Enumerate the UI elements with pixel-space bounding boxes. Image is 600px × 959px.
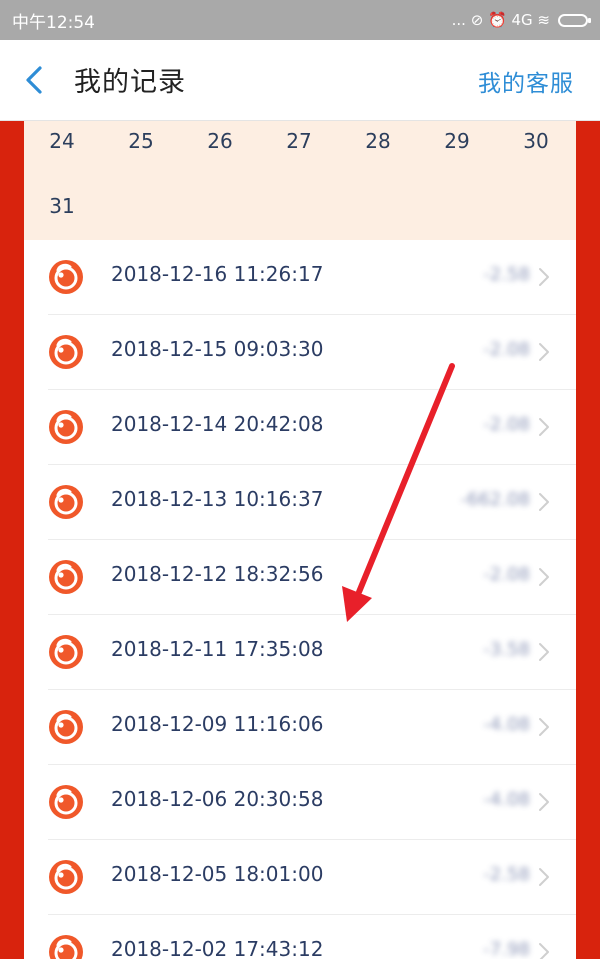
calendar-day[interactable]: 24 [32,129,92,153]
chevron-right-icon [539,793,549,811]
record-type-icon [49,485,83,519]
record-list: 2018-12-16 11:26:17 -2.58 2018-12-15 09:… [24,240,576,959]
chevron-right-icon [539,943,549,959]
record-amount: -662.08 [460,489,530,510]
record-amount: -2.08 [483,414,530,435]
calendar-day[interactable]: 30 [506,129,566,153]
record-time: 2018-12-11 17:35:08 [111,637,324,661]
record-row[interactable]: 2018-12-13 10:16:37 -662.08 [48,465,576,540]
record-row[interactable]: 2018-12-05 18:01:00 -2.58 [48,840,576,915]
calendar-day[interactable]: 28 [348,129,408,153]
chevron-right-icon [539,418,549,436]
record-type-icon [49,410,83,444]
record-time: 2018-12-05 18:01:00 [111,862,324,886]
record-row[interactable]: 2018-12-14 20:42:08 -2.08 [48,390,576,465]
record-time: 2018-12-09 11:16:06 [111,712,324,736]
app-header: 我的记录 我的客服 [0,40,600,121]
status-indicator-text: ... ⊘ ⏰ 4G ≋ [451,11,550,29]
record-time: 2018-12-15 09:03:30 [111,337,324,361]
record-amount: -7.98 [483,939,530,959]
records-card: 24 25 26 27 28 29 30 31 2018-12-16 11:26… [24,121,576,959]
record-time: 2018-12-14 20:42:08 [111,412,324,436]
calendar-day[interactable]: 26 [190,129,250,153]
record-amount: -4.08 [483,789,530,810]
record-row[interactable]: 2018-12-02 17:43:12 -7.98 [48,915,576,959]
customer-service-link[interactable]: 我的客服 [478,64,574,98]
record-time: 2018-12-02 17:43:12 [111,937,324,959]
calendar-day[interactable]: 29 [427,129,487,153]
record-type-icon [49,560,83,594]
record-type-icon [49,335,83,369]
record-time: 2018-12-13 10:16:37 [111,487,324,511]
record-amount: -2.08 [483,339,530,360]
status-time: 中午12:54 [12,12,95,33]
calendar-week-row: 24 25 26 27 28 29 30 [24,129,576,169]
chevron-right-icon [539,268,549,286]
page-title: 我的记录 [74,67,186,98]
chevron-right-icon [539,568,549,586]
calendar-day[interactable]: 25 [111,129,171,153]
chevron-right-icon [539,343,549,361]
record-type-icon [49,785,83,819]
record-row[interactable]: 2018-12-16 11:26:17 -2.58 [48,240,576,315]
record-amount: -2.58 [483,864,530,885]
record-time: 2018-12-06 20:30:58 [111,787,324,811]
chevron-right-icon [539,868,549,886]
status-bar: 中午12:54 ... ⊘ ⏰ 4G ≋ [0,0,600,40]
record-time: 2018-12-16 11:26:17 [111,262,324,286]
battery-icon [558,13,591,27]
chevron-right-icon [539,643,549,661]
record-row[interactable]: 2018-12-06 20:30:58 -4.08 [48,765,576,840]
calendar-strip: 24 25 26 27 28 29 30 31 [24,121,576,240]
record-row[interactable]: 2018-12-09 11:16:06 -4.08 [48,690,576,765]
chevron-right-icon [539,493,549,511]
record-type-icon [49,635,83,669]
record-type-icon [49,710,83,744]
record-row[interactable]: 2018-12-11 17:35:08 -3.58 [48,615,576,690]
record-time: 2018-12-12 18:32:56 [111,562,324,586]
calendar-day[interactable]: 27 [269,129,329,153]
record-amount: -2.08 [483,564,530,585]
record-type-icon [49,260,83,294]
record-amount: -2.58 [483,264,530,285]
record-amount: -3.58 [483,639,530,660]
record-amount: -4.08 [483,714,530,735]
status-indicators: ... ⊘ ⏰ 4G ≋ [451,11,591,29]
chevron-right-icon [539,718,549,736]
record-row[interactable]: 2018-12-15 09:03:30 -2.08 [48,315,576,390]
record-type-icon [49,860,83,894]
calendar-day[interactable]: 31 [32,194,92,218]
record-row[interactable]: 2018-12-12 18:32:56 -2.08 [48,540,576,615]
chevron-left-icon[interactable] [22,64,48,96]
calendar-week-row: 31 [24,194,576,234]
record-type-icon [49,935,83,959]
